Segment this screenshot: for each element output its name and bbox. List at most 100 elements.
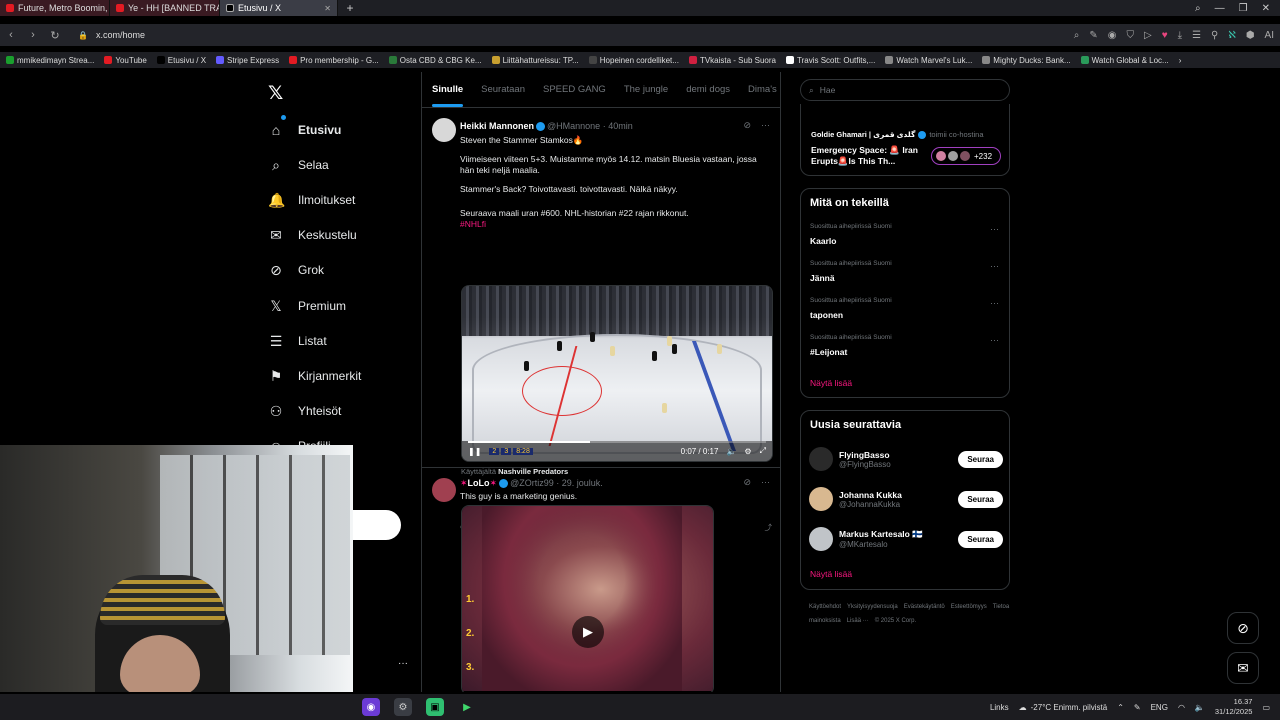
timeline-tab[interactable]: SPEED GANG: [543, 84, 606, 95]
bookmark-item[interactable]: Osta CBD & CBG Ke...: [388, 56, 482, 65]
nav-item-kirjanmerkit[interactable]: ⚑ Kirjanmerkit: [268, 366, 362, 386]
nav-item-selaa[interactable]: ⌕ Selaa: [268, 155, 329, 175]
avatar[interactable]: [809, 487, 833, 511]
bookmark-item[interactable]: Stripe Express: [216, 56, 279, 65]
avatar[interactable]: [432, 118, 456, 142]
forward-icon[interactable]: ›: [28, 29, 38, 41]
bookmark-item[interactable]: TVkaista - Sub Suora: [688, 56, 776, 65]
bookmark-item[interactable]: Watch Global & Loc...: [1080, 56, 1169, 65]
bookmark-item[interactable]: YouTube: [104, 56, 147, 65]
bookmark-item[interactable]: Hopeinen cordelliket...: [588, 56, 679, 65]
nav-item-listat[interactable]: ☰ Listat: [268, 331, 327, 351]
show-more-trends-link[interactable]: Näytä lisää: [810, 378, 852, 388]
shield-icon[interactable]: ⛉: [1127, 30, 1135, 41]
follow-button[interactable]: Seuraa: [958, 450, 1003, 468]
follow-suggestion[interactable]: Markus Kartesalo 🇫🇮 @MKartesalo Seuraa: [809, 524, 1003, 554]
minimize-icon[interactable]: —: [1215, 3, 1225, 14]
tweet[interactable]: ✶LoLo✶ @ZOrtiz99 · 29. jouluk. ⊘ ··· This…: [422, 468, 780, 692]
pen-icon[interactable]: ✎: [1134, 703, 1141, 712]
bookmark-item[interactable]: mmikedimayn Strea...: [6, 56, 94, 65]
browser-tab-active[interactable]: Etusivu / X ✕: [220, 0, 338, 16]
follow-button[interactable]: Seuraa: [958, 530, 1003, 548]
grok-icon[interactable]: ⊘: [743, 477, 751, 488]
video-player[interactable]: ❚❚ 2 3 8:28 0:07 / 0:17 🔈 ⚙ ⤢: [461, 285, 773, 462]
speaker-icon[interactable]: 🔈: [1195, 703, 1205, 712]
chat-app-icon[interactable]: ▣: [426, 698, 444, 716]
timeline-tab[interactable]: Seurataan: [481, 84, 525, 95]
wifi-icon[interactable]: ◠: [1178, 703, 1185, 712]
messages-floating-icon[interactable]: ✉: [1227, 652, 1259, 684]
author-name[interactable]: LoLo: [468, 478, 490, 488]
footer-link[interactable]: Yksityisyydensuoja: [847, 604, 898, 610]
bookmark-item[interactable]: Pro membership - G...: [289, 56, 379, 65]
url-field[interactable]: 🔒 x.com/home: [78, 30, 145, 40]
timeline-tab[interactable]: Sinulle: [432, 84, 464, 107]
footer-link[interactable]: Lisää ···: [847, 618, 869, 624]
timeline-tab[interactable]: Dima's Di: [748, 84, 780, 95]
nav-item-yhteisöt[interactable]: ⚇ Yhteisöt: [268, 401, 342, 421]
settings-icon[interactable]: ⚙: [744, 447, 751, 456]
live-space-card[interactable]: Goldie Ghamari | گلدی قمری toimii co-host…: [800, 104, 1010, 176]
timeline-tab[interactable]: demi dogs: [686, 84, 730, 95]
more-options-icon[interactable]: ···: [761, 120, 770, 131]
weather-widget[interactable]: ☁ -27°C Enimm. pilvistä: [1019, 703, 1108, 712]
bookmark-item[interactable]: Liittähattureissu: TP...: [491, 56, 579, 65]
post-time[interactable]: · 40min: [603, 121, 633, 131]
bookmark-item[interactable]: Mighty Ducks: Bank...: [982, 56, 1071, 65]
nav-item-ilmoitukset[interactable]: 🔔 Ilmoitukset: [268, 190, 355, 210]
show-more-follow-link[interactable]: Näytä lisää: [810, 569, 852, 579]
follow-name[interactable]: FlyingBasso: [839, 450, 891, 460]
account-more-icon[interactable]: ···: [398, 658, 408, 669]
footer-link[interactable]: Esteettömyys: [951, 604, 987, 610]
ai-icon[interactable]: AI: [1265, 30, 1274, 41]
trend-more-icon[interactable]: ···: [990, 224, 999, 234]
menu-icon[interactable]: ☰: [1192, 30, 1201, 41]
trend-name[interactable]: Jännä: [810, 273, 835, 283]
reload-icon[interactable]: ↻: [50, 29, 60, 42]
close-window-icon[interactable]: ✕: [1262, 3, 1270, 14]
follow-handle[interactable]: @MKartesalo: [839, 540, 923, 549]
video-progress-bar[interactable]: [468, 441, 766, 443]
trend-more-icon[interactable]: ···: [990, 261, 999, 271]
nav-item-premium[interactable]: 𝕏 Premium: [268, 296, 346, 316]
browser-tab[interactable]: Future, Metro Boomin, Tra: [0, 0, 110, 16]
download-icon[interactable]: ⤓: [1178, 30, 1182, 41]
video-player[interactable]: 1. 2. 3. ▶: [461, 505, 714, 692]
play-icon[interactable]: ▷: [1144, 30, 1152, 41]
space-listeners[interactable]: +232: [931, 147, 1001, 165]
search-input[interactable]: ⌕ Hae: [800, 79, 1010, 101]
trend-name[interactable]: Kaarlo: [810, 236, 836, 246]
tweet[interactable]: Heikki Mannonen @HMannone · 40min ⊘ ··· S…: [422, 108, 780, 476]
footer-link[interactable]: Käyttöehdot: [809, 604, 841, 610]
follow-suggestion[interactable]: FlyingBasso @FlyingBasso Seuraa: [809, 444, 1003, 474]
settings-app-icon[interactable]: ⚙: [394, 698, 412, 716]
browser-tab[interactable]: Ye - HH [BANNED TRACK: [110, 0, 220, 16]
camera-icon[interactable]: ◉: [1108, 30, 1117, 41]
trend-name[interactable]: taponen: [810, 310, 843, 320]
cube-icon[interactable]: ⬢: [1246, 30, 1255, 41]
tray-chevron-icon[interactable]: ⌃: [1117, 703, 1124, 712]
notifications-icon[interactable]: ▭: [1262, 703, 1270, 712]
follow-handle[interactable]: @JohannaKukka: [839, 500, 902, 509]
author-handle[interactable]: @ZOrtiz99: [510, 478, 554, 488]
close-tab-icon[interactable]: ✕: [324, 4, 331, 13]
volume-icon[interactable]: 🔈: [726, 447, 736, 456]
discord-app-icon[interactable]: ◉: [362, 698, 380, 716]
bookmark-item[interactable]: Etusivu / X: [156, 56, 206, 65]
follow-name[interactable]: Markus Kartesalo 🇫🇮: [839, 529, 923, 540]
avatar[interactable]: [809, 447, 833, 471]
back-icon[interactable]: ‹: [6, 29, 16, 41]
follow-name[interactable]: Johanna Kukka: [839, 490, 902, 500]
game-app-icon[interactable]: ▶: [458, 698, 476, 716]
footer-link[interactable]: Evästekäytäntö: [904, 604, 945, 610]
avatar[interactable]: [432, 478, 456, 502]
post-time[interactable]: · 29. jouluk.: [556, 478, 603, 488]
search-tabs-icon[interactable]: ⌕: [1195, 3, 1201, 14]
zoom-icon[interactable]: ⌕: [1074, 30, 1080, 41]
language-indicator[interactable]: ENG: [1151, 703, 1168, 712]
trend-name[interactable]: #Leijonat: [810, 347, 847, 357]
play-button-icon[interactable]: ▶: [572, 616, 604, 648]
hashtag-link[interactable]: #NHLfi: [460, 219, 770, 230]
post-button-fragment[interactable]: [353, 510, 401, 540]
grok-floating-icon[interactable]: ⊘: [1227, 612, 1259, 644]
